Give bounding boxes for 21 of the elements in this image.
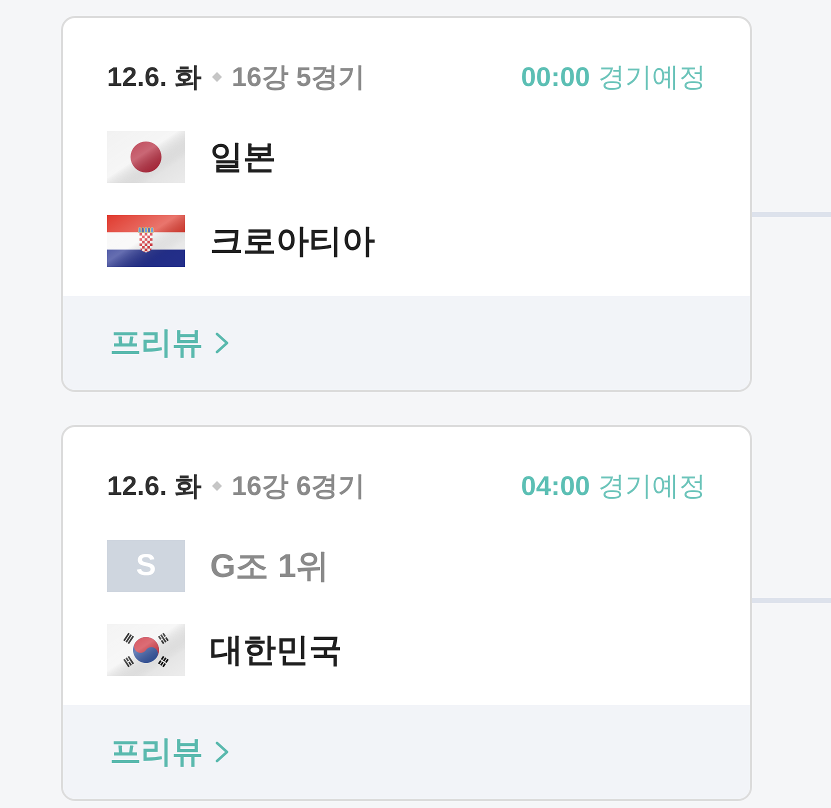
match-round: 16강 5경기 xyxy=(232,61,366,94)
match-date: 12.6. 화 xyxy=(107,61,202,94)
team-name: G조 1위 xyxy=(210,546,330,586)
match-status: 경기예정 xyxy=(598,61,706,94)
match-time: 00:00 xyxy=(520,61,590,94)
team-name: 일본 xyxy=(210,137,276,177)
match-date: 12.6. 화 xyxy=(107,470,202,503)
diamond-icon xyxy=(212,72,222,82)
chevron-right-icon xyxy=(215,332,229,354)
japan-flag-icon xyxy=(107,131,185,183)
match-round: 16강 6경기 xyxy=(232,470,366,503)
match-time: 04:00 xyxy=(520,470,590,503)
korea-flag-icon xyxy=(107,624,185,676)
preview-link[interactable]: 프리뷰 xyxy=(108,730,231,774)
chevron-right-icon xyxy=(215,741,229,763)
preview-link[interactable]: 프리뷰 xyxy=(108,321,231,365)
team-name: 대한민국 xyxy=(210,630,342,670)
croatia-flag-icon xyxy=(107,215,185,267)
match-status: 경기예정 xyxy=(598,470,706,503)
team-name: 크로아티아 xyxy=(210,221,375,261)
diamond-icon xyxy=(212,481,222,491)
